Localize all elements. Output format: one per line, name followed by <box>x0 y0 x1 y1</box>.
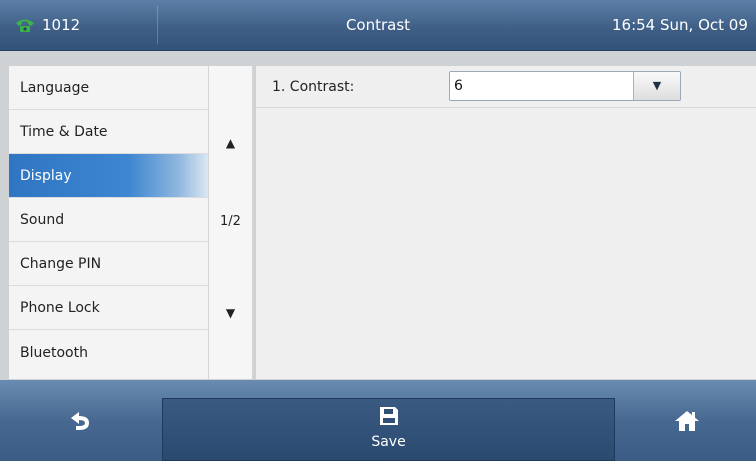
phone-screen: 1012 Contrast 16:54 Sun, Oct 09 Language… <box>0 0 756 461</box>
contrast-value: 6 <box>454 78 463 94</box>
menu-item-time-date[interactable]: Time & Date <box>9 110 208 154</box>
back-button[interactable] <box>0 380 160 461</box>
dropdown-arrow-icon[interactable]: ▼ <box>633 72 680 100</box>
back-arrow-icon <box>67 410 93 436</box>
menu-item-sound[interactable]: Sound <box>9 198 208 242</box>
menu-item-bluetooth[interactable]: Bluetooth <box>9 330 208 379</box>
save-label: Save <box>371 434 406 450</box>
contrast-row: 1. Contrast: 6 ▼ <box>256 66 756 108</box>
softkey-bar: Save <box>0 380 756 461</box>
page-up-icon[interactable]: ▲ <box>209 132 252 154</box>
menu-item-display[interactable]: Display <box>9 154 208 198</box>
status-bar: 1012 Contrast 16:54 Sun, Oct 09 <box>0 0 756 51</box>
menu-item-language[interactable]: Language <box>9 66 208 110</box>
contrast-label: 1. Contrast: <box>272 79 355 95</box>
save-button[interactable]: Save <box>162 398 615 461</box>
menu-item-phone-lock[interactable]: Phone Lock <box>9 286 208 330</box>
settings-menu: Language Time & Date Display Sound Chang… <box>9 66 208 379</box>
home-button[interactable] <box>617 380 756 461</box>
menu-pager: ▲ 1/2 ▼ <box>208 66 253 379</box>
settings-content: 1. Contrast: 6 ▼ <box>256 66 756 379</box>
date-time: 16:54 Sun, Oct 09 <box>612 16 748 34</box>
home-icon <box>674 410 700 436</box>
menu-item-change-pin[interactable]: Change PIN <box>9 242 208 286</box>
floppy-disk-icon <box>379 406 399 430</box>
page-down-icon[interactable]: ▼ <box>209 302 252 324</box>
contrast-select[interactable]: 6 ▼ <box>449 71 681 101</box>
page-indicator: 1/2 <box>220 214 241 229</box>
